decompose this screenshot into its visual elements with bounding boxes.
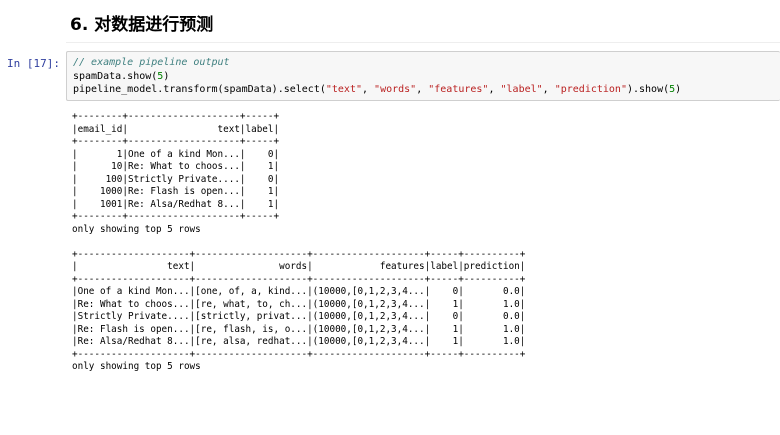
cell-output: +--------+--------------------+-----+ |e… (72, 111, 526, 372)
code-cell-input[interactable]: // example pipeline output spamData.show… (66, 51, 780, 101)
cell-prompt: In [17]: (7, 57, 60, 70)
code-line-transform: pipeline_model.transform(spamData).selec… (73, 84, 682, 95)
section-heading: 6. 对数据进行预测 (70, 15, 214, 35)
heading-divider (66, 42, 780, 43)
code-line-show: spamData.show(5) (73, 70, 170, 82)
code-comment: // example pipeline output (73, 57, 230, 68)
code-editor[interactable]: // example pipeline output spamData.show… (73, 56, 681, 97)
